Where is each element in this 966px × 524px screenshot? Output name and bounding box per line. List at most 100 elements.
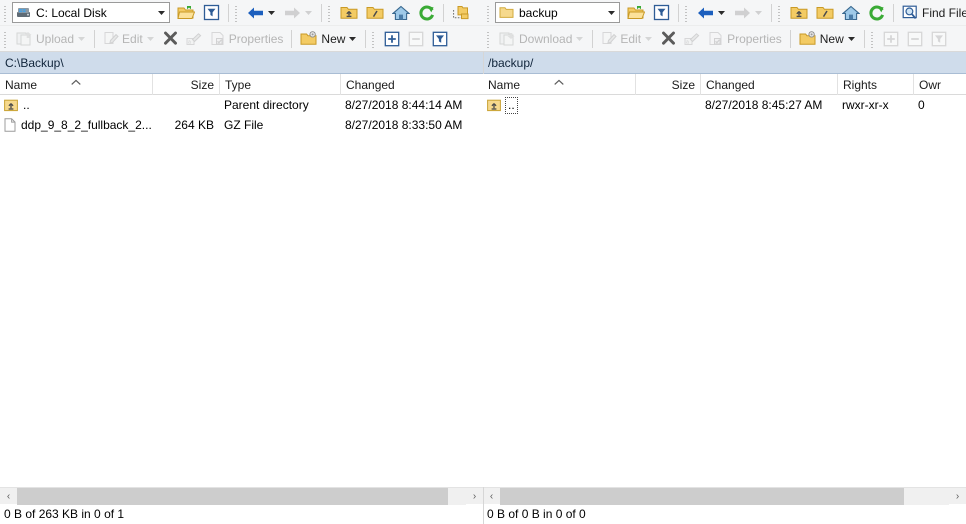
remote-parent-directory-button[interactable]: [786, 2, 812, 24]
selection-remove-icon: [408, 31, 424, 47]
remote-edit-label: Edit: [620, 31, 642, 46]
delete-x-icon: [163, 31, 178, 46]
local-root-directory-button[interactable]: [362, 2, 388, 24]
scroll-right-button[interactable]: ›: [466, 487, 483, 505]
table-row[interactable]: ddp_9_8_2_fullback_2... 264 KB GZ File 8…: [0, 115, 483, 135]
local-file-list[interactable]: .. Parent directory 8/27/2018 8:44:14 AM…: [0, 95, 483, 487]
back-dropdown-arrow-icon[interactable]: [267, 10, 276, 15]
scroll-track[interactable]: [17, 487, 466, 505]
scroll-track[interactable]: [500, 487, 949, 505]
toolbar-grip[interactable]: [777, 3, 784, 22]
table-row[interactable]: .. 8/27/2018 8:45:27 AM rwxr-xr-x 0: [483, 95, 966, 115]
remote-refresh-button[interactable]: [864, 2, 889, 24]
column-header-label: Changed: [706, 77, 755, 92]
edit-label: Edit: [122, 31, 143, 46]
local-horizontal-scrollbar[interactable]: ‹ ›: [0, 487, 483, 505]
local-refresh-button[interactable]: [414, 2, 439, 24]
scroll-left-button[interactable]: ‹: [483, 487, 500, 505]
remote-file-list[interactable]: .. 8/27/2018 8:45:27 AM rwxr-xr-x 0: [483, 95, 966, 487]
rename-icon: a: [186, 32, 202, 46]
rename-icon: a: [684, 32, 700, 46]
remote-path-bar[interactable]: /backup/: [483, 52, 966, 74]
select-filter-button[interactable]: [428, 28, 452, 50]
remote-open-directory-button[interactable]: [623, 2, 649, 24]
remote-forward-button: [730, 2, 767, 24]
scroll-right-button[interactable]: ›: [949, 487, 966, 505]
toolbar-grip[interactable]: [371, 29, 379, 48]
remote-directory-combobox[interactable]: backup: [495, 2, 620, 23]
file-size-cell: [635, 95, 700, 115]
toolbar-grip[interactable]: [3, 29, 10, 48]
forward-dropdown-arrow-icon: [754, 10, 763, 15]
remote-column-headers: Name Size Changed Rights Owr: [483, 74, 966, 95]
remote-panel: backup Find File Download Edit a Propert…: [483, 0, 966, 524]
chevron-down-icon[interactable]: [153, 3, 169, 22]
new-dropdown-arrow-icon[interactable]: [847, 36, 856, 41]
remote-filter-button[interactable]: [649, 2, 674, 24]
folder-icon: [499, 6, 514, 19]
column-header-type[interactable]: Type: [219, 74, 340, 95]
delete-button[interactable]: [159, 28, 182, 50]
local-home-directory-button[interactable]: [388, 2, 414, 24]
remote-root-directory-button[interactable]: [812, 2, 838, 24]
remote-horizontal-scrollbar[interactable]: ‹ ›: [483, 487, 966, 505]
column-header-name[interactable]: Name: [0, 74, 152, 95]
remote-delete-button[interactable]: [657, 28, 680, 50]
local-parent-directory-button[interactable]: [336, 2, 362, 24]
file-type-cell: GZ File: [224, 118, 264, 132]
toolbar-grip[interactable]: [3, 3, 10, 22]
column-header-owner[interactable]: Owr: [913, 74, 965, 95]
column-header-size[interactable]: Size: [152, 74, 219, 95]
local-path-bar[interactable]: C:\Backup\: [0, 52, 483, 74]
local-back-button[interactable]: [243, 2, 280, 24]
column-header-label: Owr: [919, 77, 941, 92]
table-row[interactable]: .. Parent directory 8/27/2018 8:44:14 AM: [0, 95, 483, 115]
toolbar-grip[interactable]: [869, 29, 877, 48]
local-forward-button: [280, 2, 317, 24]
local-panel: C: Local Disk Upload Edit a Properties N…: [0, 0, 483, 524]
file-name-label: ..: [23, 98, 30, 112]
column-header-name[interactable]: Name: [483, 74, 635, 95]
toolbar-separator: [678, 3, 679, 22]
select-add-button[interactable]: [380, 28, 404, 50]
scroll-thumb[interactable]: [500, 487, 905, 505]
remote-home-directory-button[interactable]: [838, 2, 864, 24]
refresh-icon: [868, 5, 885, 21]
new-button[interactable]: New: [296, 28, 361, 50]
column-header-rights[interactable]: Rights: [837, 74, 913, 95]
new-dropdown-arrow-icon[interactable]: [348, 36, 357, 41]
scroll-left-button[interactable]: ‹: [0, 487, 17, 505]
local-filter-button[interactable]: [199, 2, 224, 24]
toolbar-grip[interactable]: [684, 3, 691, 22]
local-drive-combobox[interactable]: C: Local Disk: [12, 2, 170, 23]
file-name-cell: ..: [483, 95, 635, 115]
funnel-icon: [203, 4, 220, 21]
chevron-down-icon[interactable]: [603, 3, 619, 22]
find-files-button[interactable]: Find Files: [898, 2, 966, 24]
toolbar-grip[interactable]: [234, 3, 241, 22]
home-icon: [392, 5, 410, 21]
parent-folder-icon: [4, 99, 18, 112]
column-header-changed[interactable]: Changed: [340, 74, 482, 95]
local-open-directory-button[interactable]: [173, 2, 199, 24]
back-dropdown-arrow-icon[interactable]: [717, 10, 726, 15]
remote-select-add-button: [879, 28, 903, 50]
select-remove-button: [404, 28, 428, 50]
selection-funnel-icon: [432, 31, 448, 47]
toolbar-separator: [365, 29, 367, 48]
toolbar-separator: [592, 29, 594, 48]
toolbar-separator: [321, 3, 322, 22]
back-arrow-icon: [697, 6, 714, 20]
local-bookmark-button[interactable]: [448, 2, 474, 24]
toolbar-grip[interactable]: [486, 29, 493, 48]
column-header-changed[interactable]: Changed: [700, 74, 837, 95]
remote-new-button[interactable]: New: [795, 28, 860, 50]
toolbar-grip[interactable]: [486, 3, 493, 22]
scroll-thumb[interactable]: [17, 487, 449, 505]
remote-properties-label: Properties: [727, 31, 782, 46]
remote-back-button[interactable]: [693, 2, 730, 24]
local-drive-label: C: Local Disk: [36, 5, 107, 20]
column-header-size[interactable]: Size: [635, 74, 700, 95]
toolbar-grip[interactable]: [327, 3, 334, 22]
remote-properties-button: Properties: [704, 28, 786, 50]
